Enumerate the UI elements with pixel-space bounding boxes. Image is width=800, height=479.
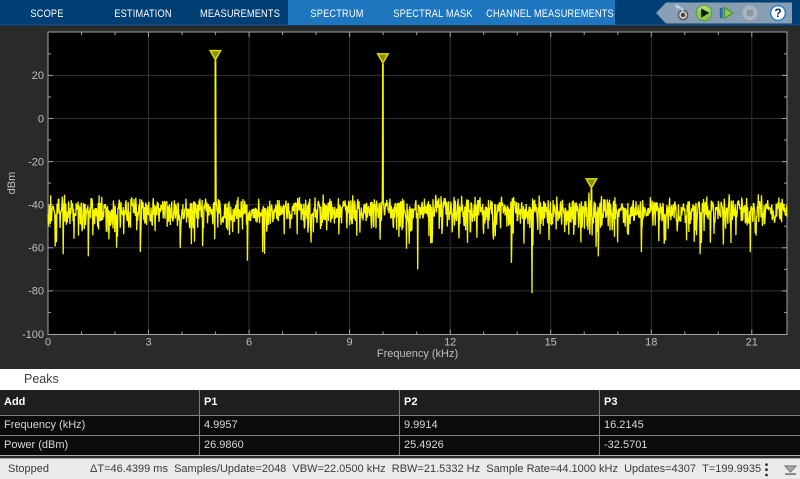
svg-text:6: 6 [246,337,252,349]
svg-text:0: 0 [38,113,44,125]
svg-text:-20: -20 [28,156,44,168]
svg-text:9: 9 [347,337,353,349]
svg-text:18: 18 [645,337,657,349]
svg-text:Frequency (kHz): Frequency (kHz) [377,348,458,360]
svg-text:21: 21 [746,337,758,349]
svg-text:-80: -80 [28,286,44,298]
svg-text:0: 0 [45,337,51,349]
svg-text:12: 12 [444,337,456,349]
svg-text:-100: -100 [22,329,44,341]
svg-text:15: 15 [545,337,557,349]
svg-text:20: 20 [32,70,44,82]
svg-text:3: 3 [145,337,151,349]
svg-text:?: ? [774,6,781,20]
svg-text:dBm: dBm [6,172,18,195]
svg-text:-60: -60 [28,243,44,255]
svg-text:-40: -40 [28,200,44,212]
